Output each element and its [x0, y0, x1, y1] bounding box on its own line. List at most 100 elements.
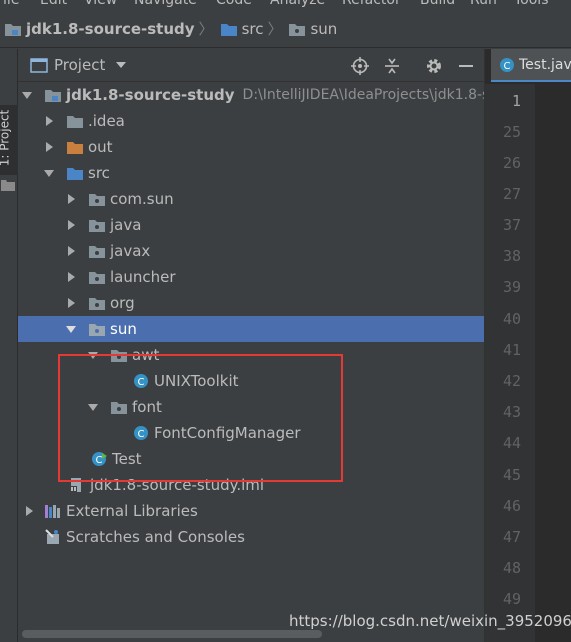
tree-item-unixtoolkit[interactable]: C UNIXToolkit	[18, 368, 484, 394]
tree-item-label: FontConfigManager	[154, 424, 301, 442]
line-number: 46	[502, 497, 521, 515]
tree-item-external-libraries[interactable]: External Libraries	[18, 498, 484, 524]
menu-edit[interactable]: Edit	[40, 0, 67, 8]
tree-item-test[interactable]: C Test	[18, 446, 484, 472]
line-number: 45	[502, 466, 521, 484]
java-class-icon: C	[134, 374, 148, 388]
tree-item-label: font	[132, 398, 162, 416]
package-folder-icon	[89, 246, 105, 258]
menu-navigate[interactable]: Navigate	[134, 0, 197, 8]
project-view-selector[interactable]: Project	[30, 56, 127, 74]
tree-item-fontconfigmanager[interactable]: C FontConfigManager	[18, 420, 484, 446]
collapsed-arrow-icon[interactable]	[42, 140, 56, 154]
line-number: 49	[502, 590, 521, 608]
tree-item-org[interactable]: org	[18, 290, 484, 316]
tree-item-font[interactable]: font	[18, 394, 484, 420]
menu-bar: File Edit View Navigate Code Analyze Ref…	[0, 0, 571, 10]
collapse-all-icon[interactable]	[382, 56, 402, 76]
line-number: 38	[502, 247, 521, 265]
project-view-icon	[30, 58, 48, 73]
line-number: 39	[502, 278, 521, 296]
tree-item-launcher[interactable]: launcher	[18, 264, 484, 290]
tree-item-idea[interactable]: .idea	[18, 108, 484, 134]
tree-item-com-sun[interactable]: com.sun	[18, 186, 484, 212]
tree-item-label: javax	[110, 242, 151, 260]
collapsed-arrow-icon[interactable]	[64, 192, 78, 206]
line-number: 26	[502, 154, 521, 172]
collapsed-arrow-icon[interactable]	[64, 296, 78, 310]
folder-icon	[1, 180, 15, 191]
source-folder-icon	[220, 23, 237, 36]
tree-item-awt[interactable]: awt	[18, 342, 484, 368]
line-number: 37	[502, 216, 521, 234]
editor-tab-test-java[interactable]: C Test.java	[491, 49, 571, 82]
collapsed-arrow-icon[interactable]	[22, 504, 36, 518]
menu-code[interactable]: Code	[216, 0, 252, 8]
menu-build[interactable]: Build	[420, 0, 455, 8]
line-number: 44	[502, 434, 521, 452]
tree-item-label: awt	[132, 346, 160, 364]
tree-item-project-root[interactable]: jdk1.8-source-study D:\IntelliJIDEA\Idea…	[18, 82, 489, 108]
menu-run[interactable]: Run	[470, 0, 497, 8]
tree-item-javax[interactable]: javax	[18, 238, 484, 264]
tree-item-label: Test	[112, 450, 142, 468]
svg-text:C: C	[138, 429, 145, 440]
gear-icon[interactable]	[424, 56, 444, 76]
expanded-arrow-icon[interactable]	[42, 166, 56, 180]
expanded-arrow-icon[interactable]	[20, 88, 34, 102]
tree-item-label: sun	[110, 320, 137, 338]
package-folder-icon	[289, 23, 306, 36]
svg-text:C: C	[504, 61, 511, 72]
tree-item-label: com.sun	[110, 190, 174, 208]
menu-file[interactable]: File	[0, 0, 19, 8]
tree-item-sun[interactable]: sun	[18, 316, 484, 342]
breadcrumb-src[interactable]: src	[220, 19, 264, 38]
locate-icon[interactable]	[350, 56, 370, 76]
tree-item-iml[interactable]: jdk1.8-source-study.iml	[18, 472, 484, 498]
package-folder-icon	[89, 324, 105, 336]
line-number: 1	[511, 92, 521, 110]
collapsed-arrow-icon[interactable]	[64, 218, 78, 232]
tree-item-label: java	[110, 216, 142, 234]
tree-item-label: External Libraries	[66, 502, 198, 520]
expanded-arrow-icon[interactable]	[86, 400, 100, 414]
collapsed-arrow-icon[interactable]	[42, 114, 56, 128]
svg-text:C: C	[96, 455, 103, 466]
package-folder-icon	[89, 220, 105, 232]
package-folder-icon	[89, 194, 105, 206]
menu-analyze[interactable]: Analyze	[270, 0, 325, 8]
library-icon	[45, 505, 60, 518]
tree-item-label: jdk1.8-source-study	[66, 86, 235, 104]
collapsed-arrow-icon[interactable]	[64, 270, 78, 284]
watermark: https://blog.csdn.net/weixin_39520967	[289, 612, 571, 630]
breadcrumb-project-label: jdk1.8-source-study	[26, 19, 195, 38]
breadcrumb-sun-label: sun	[310, 19, 338, 38]
package-folder-icon	[111, 350, 127, 362]
tree-item-label: Scratches and Consoles	[66, 528, 245, 546]
tree-item-scratches[interactable]: Scratches and Consoles	[18, 524, 484, 550]
scrollbar-thumb[interactable]	[22, 630, 322, 638]
tree-item-java[interactable]: java	[18, 212, 484, 238]
folder-icon	[67, 116, 83, 128]
menu-view[interactable]: View	[84, 0, 117, 8]
project-folder-icon	[45, 90, 61, 102]
source-folder-icon	[67, 168, 83, 180]
package-folder-icon	[89, 272, 105, 284]
breadcrumb-sun[interactable]: sun	[288, 20, 337, 38]
line-number: 27	[502, 185, 521, 203]
line-number: 42	[502, 372, 521, 390]
line-number: 41	[502, 341, 521, 359]
tree-item-out[interactable]: out	[18, 134, 484, 160]
breadcrumb-project[interactable]: jdk1.8-source-study	[4, 20, 195, 38]
expanded-arrow-icon[interactable]	[64, 322, 78, 336]
svg-text:C: C	[138, 377, 145, 388]
scratches-icon	[45, 529, 59, 544]
expanded-arrow-icon[interactable]	[86, 348, 100, 362]
breadcrumb-src-label: src	[241, 19, 264, 38]
menu-tools[interactable]: Tools	[514, 0, 549, 8]
collapsed-arrow-icon[interactable]	[64, 244, 78, 258]
minimize-icon[interactable]	[456, 56, 476, 76]
editor-area: C Test.java 1 25 26 27 37 38 39 40 41 42…	[484, 49, 571, 642]
tree-item-src[interactable]: src	[18, 160, 484, 186]
menu-refactor[interactable]: Refactor	[342, 0, 401, 8]
